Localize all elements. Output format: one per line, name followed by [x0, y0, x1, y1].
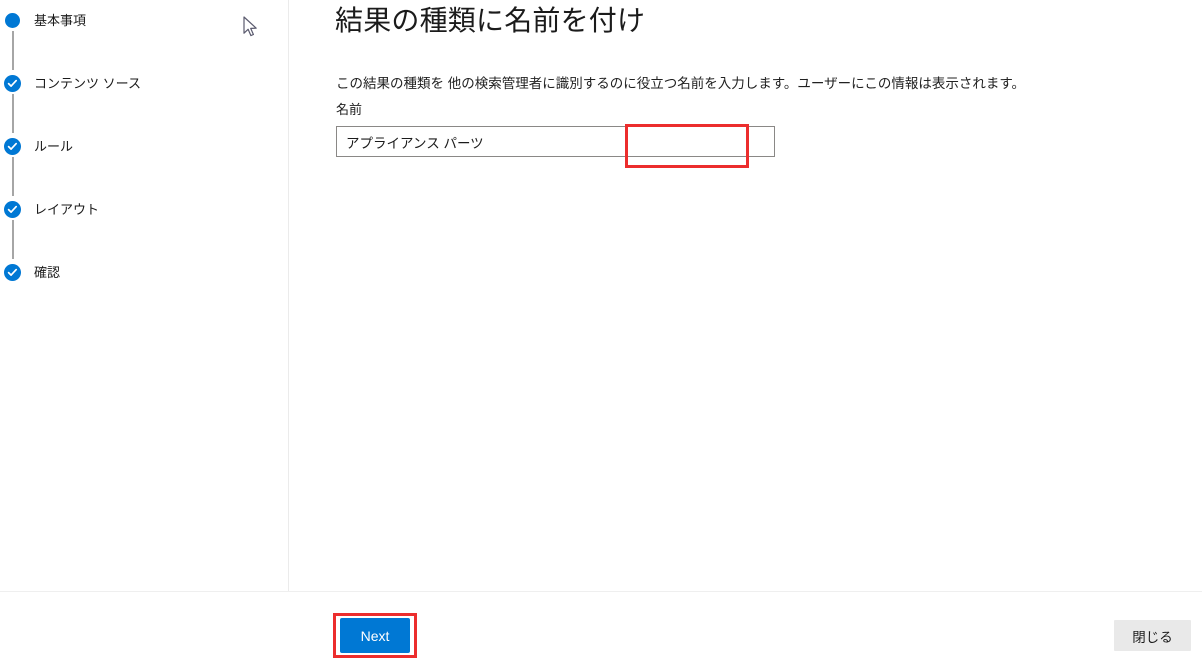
name-field-label: 名前	[336, 102, 363, 117]
sidebar-step-label: レイアウト	[34, 201, 100, 217]
filled-circle-icon	[5, 12, 20, 28]
wizard-step-rail: 基本事項 コンテンツ ソース ルール レイアウト 確認	[0, 0, 289, 591]
wizard-footer: Next 閉じる	[0, 591, 1202, 658]
sidebar-step-label: ルール	[34, 138, 74, 154]
sidebar-step-confirm[interactable]: 確認	[0, 260, 289, 284]
step-connector-3	[12, 157, 14, 196]
sidebar-step-label: 確認	[34, 264, 61, 280]
check-circle-icon	[4, 137, 21, 155]
check-circle-icon	[4, 263, 21, 281]
step-connector-2	[12, 94, 14, 133]
page-description: この結果の種類を 他の検索管理者に識別するのに役立つ名前を入力します。ユーザーに…	[336, 75, 1026, 91]
name-input[interactable]	[336, 126, 775, 157]
sidebar-step-content-source[interactable]: コンテンツ ソース	[0, 71, 289, 95]
wizard-content-pane: 結果の種類に名前を付け この結果の種類を 他の検索管理者に識別するのに役立つ名前…	[290, 0, 1202, 591]
sidebar-step-rules[interactable]: ルール	[0, 134, 289, 158]
step-connector-1	[12, 31, 14, 70]
check-circle-icon	[4, 74, 21, 92]
sidebar-step-label: 基本事項	[34, 12, 87, 28]
check-circle-icon	[4, 200, 21, 218]
step-connector-4	[12, 220, 14, 259]
sidebar-step-layout[interactable]: レイアウト	[0, 197, 289, 221]
wizard-dialog: 基本事項 コンテンツ ソース ルール レイアウト 確認 結果の種類に名前を付け …	[0, 0, 1202, 658]
next-button[interactable]: Next	[340, 618, 410, 653]
page-title: 結果の種類に名前を付け	[335, 5, 646, 36]
sidebar-step-basics[interactable]: 基本事項	[0, 8, 289, 32]
close-button[interactable]: 閉じる	[1114, 620, 1191, 651]
sidebar-step-label: コンテンツ ソース	[34, 75, 141, 91]
